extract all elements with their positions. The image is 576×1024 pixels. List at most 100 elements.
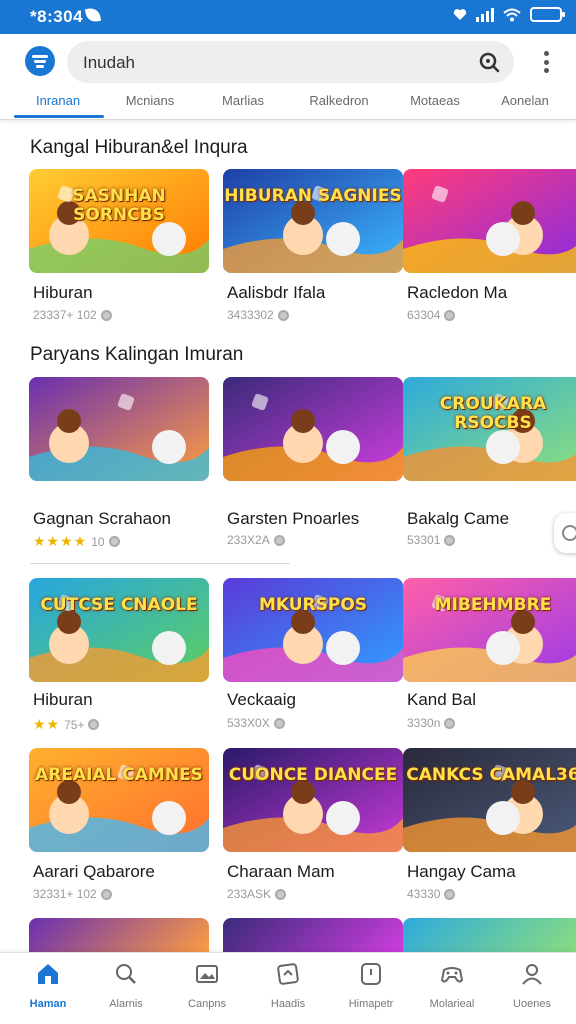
tab-motaeas[interactable]: Motaeas xyxy=(387,93,483,108)
notification-leaf-icon xyxy=(84,6,102,24)
game-meta: 3330n xyxy=(407,716,456,730)
app-bar: Inudah xyxy=(0,34,576,92)
game-thumbnail[interactable]: CANKCS CAMAL36 xyxy=(403,748,576,852)
search-icon xyxy=(116,964,136,984)
thumbnail-logo-text: SASNHAN SORNCBS xyxy=(72,186,166,225)
game-thumbnail[interactable]: SASNHAN SORNCBS xyxy=(29,169,209,273)
thumbnail-logo-text: MIBEHMBRE xyxy=(434,595,552,615)
status-bar: *8:304 xyxy=(0,0,576,34)
thumbnail-logo-text: CANKCS CAMAL36 xyxy=(406,765,576,785)
nav-label: Himapetr xyxy=(348,998,394,1010)
thumbnail-logo-text: MKURSPOS xyxy=(258,595,368,615)
download-count: 10 xyxy=(91,534,105,549)
nav-item-himapetr[interactable]: Himapetr xyxy=(330,961,412,1010)
nav-item-canpns[interactable]: Canpns xyxy=(166,961,248,1010)
game-meta: 533X0X xyxy=(227,716,285,730)
tab-mcnians[interactable]: Mcnians xyxy=(102,93,198,108)
floating-side-button[interactable] xyxy=(554,513,576,553)
game-title: Racledon Ma xyxy=(407,283,508,302)
download-count: 43330 xyxy=(407,887,441,901)
info-dot-icon xyxy=(273,534,285,546)
image-icon xyxy=(196,965,218,983)
game-thumbnail[interactable] xyxy=(29,377,209,481)
nav-label: Alarnis xyxy=(109,998,143,1010)
info-dot-icon xyxy=(108,536,120,547)
game-title: Veckaaig xyxy=(227,690,296,709)
game-meta: 233ASK xyxy=(227,887,287,901)
active-tab-indicator xyxy=(14,115,104,118)
nav-label: Uoenes xyxy=(513,998,551,1010)
thumbnail-art xyxy=(403,578,576,682)
nav-item-haadis[interactable]: Haadis xyxy=(247,961,329,1010)
thumbnail-art xyxy=(29,377,209,481)
download-count: 533X0X xyxy=(227,716,270,730)
thumbnail-logo-text: CROUKARA RSOCBS xyxy=(439,394,547,433)
status-time: *8:304 xyxy=(30,7,84,26)
game-thumbnail[interactable] xyxy=(223,377,403,481)
game-thumbnail[interactable]: MIBEHMBRE xyxy=(403,578,576,682)
nav-label: Molarieal xyxy=(429,998,475,1010)
game-meta: 63304 xyxy=(407,308,456,322)
thumbnail-art xyxy=(403,169,576,273)
game-thumbnail[interactable]: MKURSPOS xyxy=(223,578,403,682)
nav-label: Haadis xyxy=(270,998,306,1010)
download-count: 233ASK xyxy=(227,887,272,901)
ticket-icon xyxy=(277,963,299,985)
bottom-navigation: Haman Alarnis Canpns Haadis Himapetr Mol… xyxy=(0,952,576,1024)
nav-item-home[interactable]: Haman xyxy=(7,961,89,1010)
nav-label: Haman xyxy=(29,998,67,1010)
game-thumbnail[interactable]: CROUKARA RSOCBS xyxy=(403,377,576,481)
game-meta: 23337+ 102 xyxy=(33,308,112,322)
info-dot-icon xyxy=(444,534,456,546)
info-dot-icon xyxy=(444,309,456,321)
thumbnail-logo-text: CUTCSE CNAOLE xyxy=(40,595,198,615)
search-icon[interactable] xyxy=(478,51,500,73)
game-title: Bakalg Came xyxy=(407,509,510,528)
tab-aonelan[interactable]: Aonelan xyxy=(477,93,573,108)
nav-item-uoenes[interactable]: Uoenes xyxy=(491,961,573,1010)
thumbnail-art xyxy=(223,578,403,682)
game-meta: 53301 xyxy=(407,533,456,547)
download-count: 75+ xyxy=(64,717,85,732)
thumbnail-art xyxy=(223,377,403,481)
game-meta: ★★ 75+ xyxy=(33,716,100,733)
signal-icon xyxy=(476,7,494,22)
game-thumbnail[interactable]: HIBURAN SAGNIES xyxy=(223,169,403,273)
thumbnail-art xyxy=(223,169,403,273)
game-thumbnail[interactable]: CUTCSE CNAOLE xyxy=(29,578,209,682)
profile-icon xyxy=(522,964,542,985)
section-title-2: Paryans Kalingan Imuran xyxy=(30,344,244,365)
thumbnail-art xyxy=(223,748,403,852)
status-icons xyxy=(453,7,565,22)
rating-stars: ★★★★ xyxy=(33,533,88,549)
category-tabs: Inranan Mcnians Marlias Ralkedron Motaea… xyxy=(0,92,576,120)
info-dot-icon xyxy=(88,719,100,730)
home-icon xyxy=(38,964,58,984)
game-title: Charaan Mam xyxy=(227,862,335,881)
app-logo-icon[interactable] xyxy=(25,46,55,76)
tab-ralkedron[interactable]: Ralkedron xyxy=(291,93,387,108)
heart-icon xyxy=(453,9,467,20)
search-input[interactable]: Inudah xyxy=(83,53,135,73)
game-thumbnail[interactable] xyxy=(403,169,576,273)
game-meta: 3433302 xyxy=(227,308,289,322)
more-vert-icon[interactable] xyxy=(544,51,550,73)
thumbnail-art xyxy=(29,748,209,852)
thumbnail-logo-text: CUONCE DIANCEE xyxy=(228,765,398,785)
game-thumbnail[interactable]: CUONCE DIANCEE xyxy=(223,748,403,852)
tab-inranan[interactable]: Inranan xyxy=(10,93,106,108)
game-meta: 43330 xyxy=(407,887,456,901)
game-meta: ★★★★ 10 xyxy=(33,533,120,550)
info-dot-icon xyxy=(100,309,112,321)
nav-item-molarieal[interactable]: Molarieal xyxy=(411,961,493,1010)
search-bar[interactable]: Inudah xyxy=(67,41,514,83)
gamepad-icon xyxy=(440,967,464,983)
game-title: Gagnan Scrahaon xyxy=(33,509,171,528)
tab-marlias[interactable]: Marlias xyxy=(195,93,291,108)
badge-icon xyxy=(361,963,381,985)
battery-icon xyxy=(530,7,565,22)
game-thumbnail[interactable]: AREAIAL CAMNES xyxy=(29,748,209,852)
download-count: 63304 xyxy=(407,308,441,322)
nav-item-alarnis[interactable]: Alarnis xyxy=(85,961,167,1010)
info-dot-icon xyxy=(277,309,289,321)
